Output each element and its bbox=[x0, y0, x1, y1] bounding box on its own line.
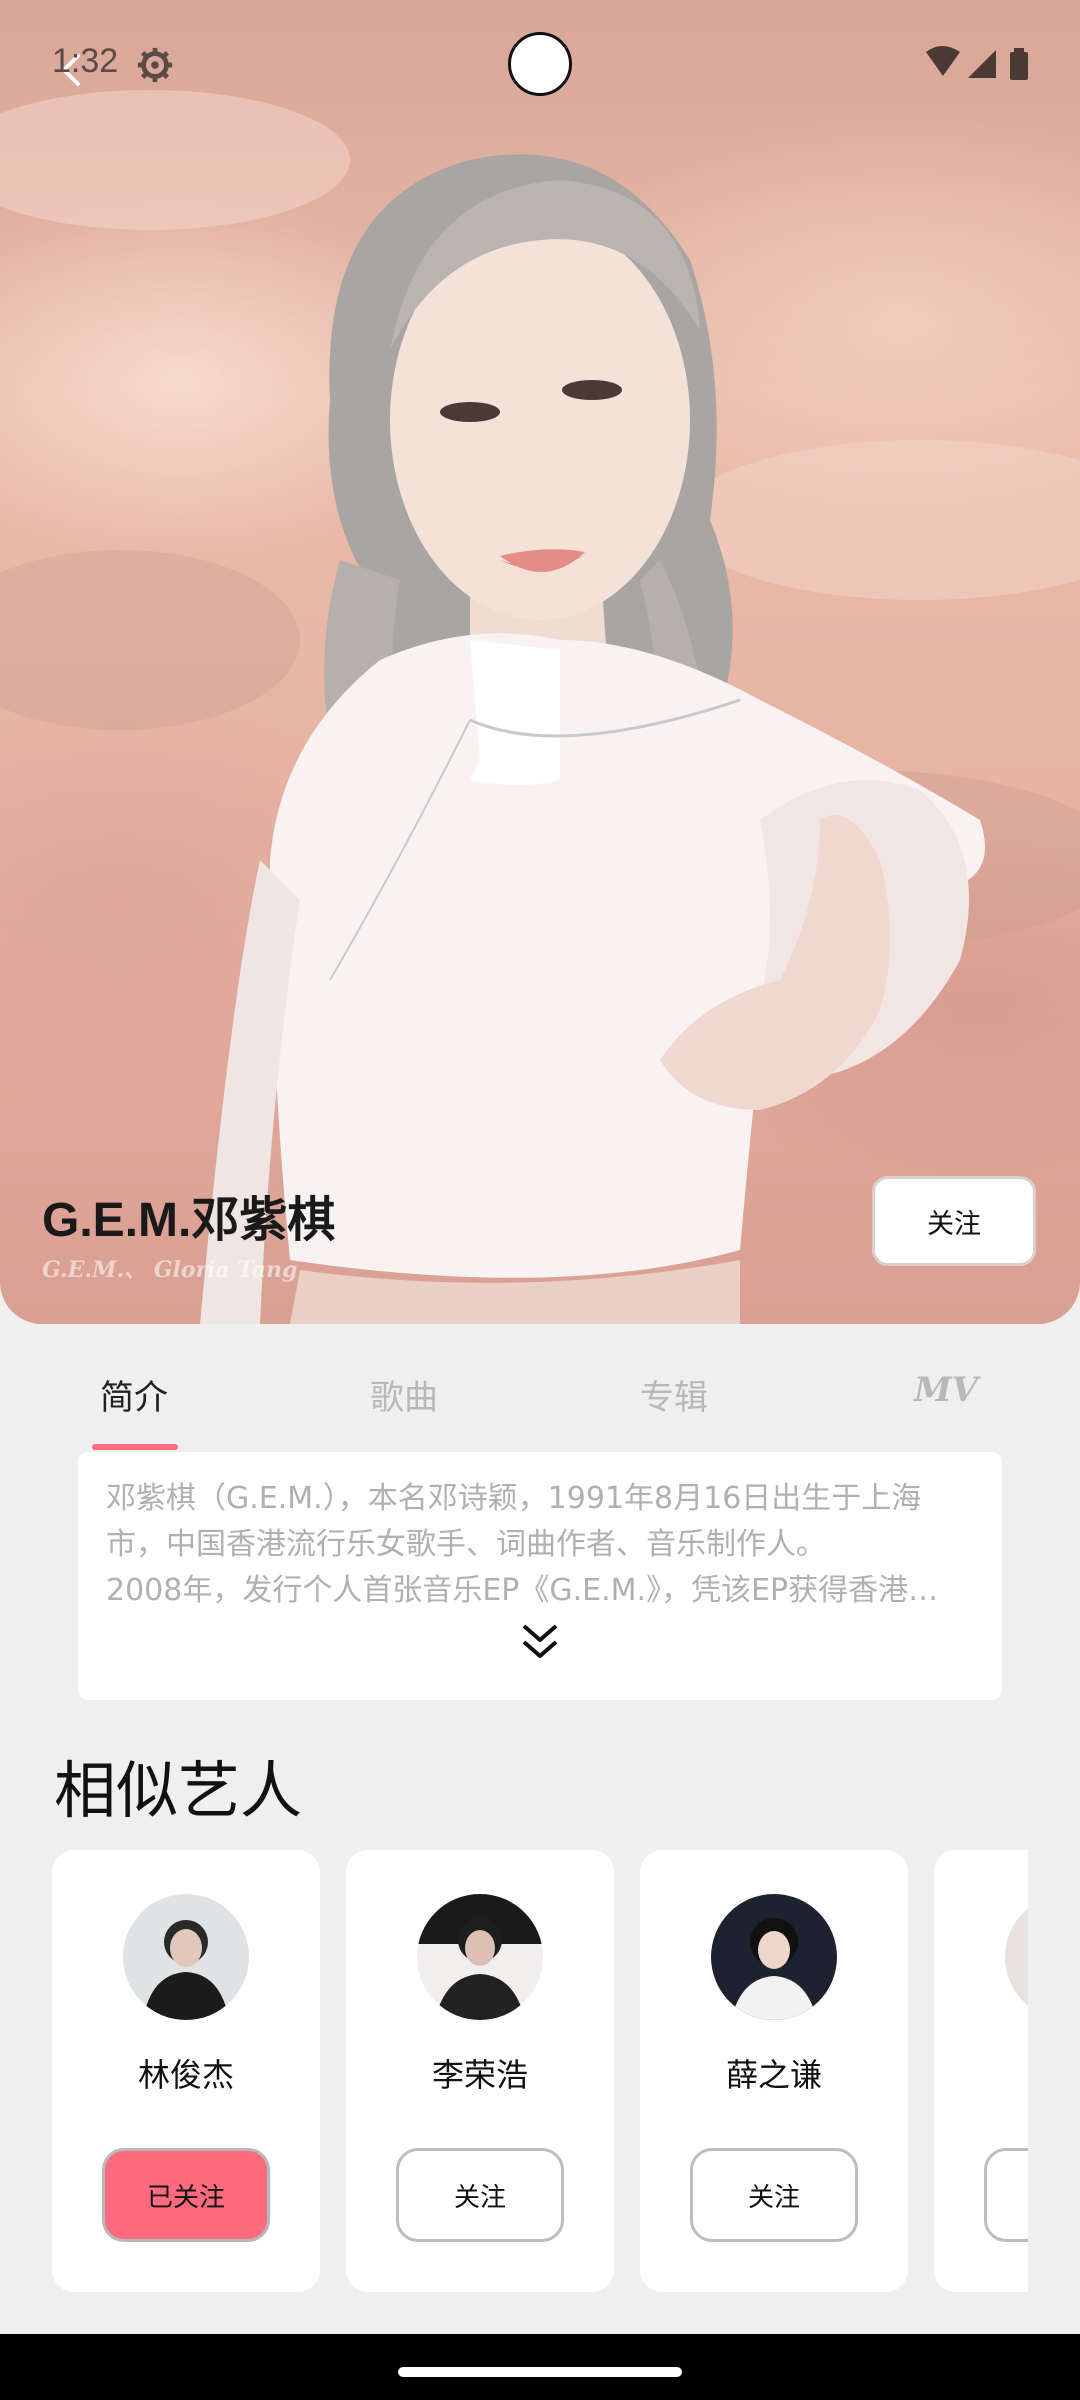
tab-indicator bbox=[92, 1444, 178, 1450]
artist-card-name: 林俊杰 bbox=[137, 2056, 234, 2094]
home-gesture-handle[interactable] bbox=[398, 2367, 682, 2377]
signal-icon bbox=[968, 50, 996, 78]
camera-cutout bbox=[508, 32, 572, 96]
tab-bar: 简介 歌曲 专辑 MV bbox=[0, 1350, 1080, 1450]
avatar bbox=[1005, 1894, 1028, 2020]
artist-photo bbox=[0, 90, 1080, 1324]
artist-name: G.E.M.邓紫棋 bbox=[42, 1194, 336, 1247]
follow-button[interactable]: 关注 bbox=[872, 1176, 1036, 1266]
status-bar: 1:32 bbox=[0, 0, 1080, 130]
avatar bbox=[711, 1894, 837, 2020]
bio-text: 邓紫棋（G.E.M.），本名邓诗颖，1991年8月16日出生于上海 市，中国香港… bbox=[106, 1476, 976, 1614]
similar-artists-list[interactable]: 林俊杰 已关注 李荣浩 关注 薛之谦 关注 bbox=[52, 1850, 1028, 2292]
artist-hero-image: 1:32 G.E.M.邓紫棋 G.E.M.、 Gloria Tang 关注 bbox=[0, 0, 1080, 1324]
artist-card[interactable]: 林俊杰 已关注 bbox=[52, 1850, 320, 2292]
navigation-bar bbox=[0, 2334, 1080, 2400]
status-time: 1:32 bbox=[52, 42, 119, 80]
bio-card[interactable]: 邓紫棋（G.E.M.），本名邓诗颖，1991年8月16日出生于上海 市，中国香港… bbox=[78, 1452, 1002, 1700]
double-chevron-down-icon[interactable] bbox=[518, 1620, 562, 1664]
artist-card-name: 王 bbox=[934, 2050, 1028, 2096]
artist-alias: G.E.M.、 Gloria Tang bbox=[42, 1257, 298, 1283]
following-button[interactable]: 已关注 bbox=[102, 2148, 270, 2242]
tab-albums[interactable]: 专辑 bbox=[640, 1370, 708, 1419]
artist-card[interactable]: 薛之谦 关注 bbox=[640, 1850, 908, 2292]
bio-line: 2008年，发行个人首张音乐EP《G.E.M.》，凭该EP获得香港… bbox=[106, 1573, 939, 1608]
tab-mv[interactable]: MV bbox=[914, 1370, 978, 1410]
artist-card-name: 薛之谦 bbox=[725, 2056, 822, 2094]
gear-icon bbox=[137, 47, 173, 83]
follow-button[interactable]: 关注 bbox=[396, 2148, 564, 2242]
similar-artists-title: 相似艺人 bbox=[54, 1754, 303, 1827]
battery-icon bbox=[1010, 48, 1028, 80]
avatar bbox=[417, 1894, 543, 2020]
artist-card-name: 李荣浩 bbox=[431, 2056, 528, 2094]
bio-line: 邓紫棋（G.E.M.），本名邓诗颖，1991年8月16日出生于上海 bbox=[106, 1481, 922, 1516]
tab-songs[interactable]: 歌曲 bbox=[370, 1370, 438, 1419]
artist-card[interactable]: 李荣浩 关注 bbox=[346, 1850, 614, 2292]
avatar bbox=[123, 1894, 249, 2020]
follow-button[interactable]: 关注 bbox=[984, 2148, 1028, 2242]
wifi-icon bbox=[926, 46, 960, 76]
artist-card[interactable]: 王 关注 bbox=[934, 1850, 1028, 2292]
follow-button[interactable]: 关注 bbox=[690, 2148, 858, 2242]
artist-page: 1:32 G.E.M.邓紫棋 G.E.M.、 Gloria Tang 关注 简介… bbox=[0, 0, 1080, 2400]
system-status-icons bbox=[926, 46, 1028, 80]
bio-line: 市，中国香港流行乐女歌手、词曲作者、音乐制作人。 bbox=[106, 1527, 826, 1562]
tab-intro[interactable]: 简介 bbox=[100, 1370, 168, 1419]
